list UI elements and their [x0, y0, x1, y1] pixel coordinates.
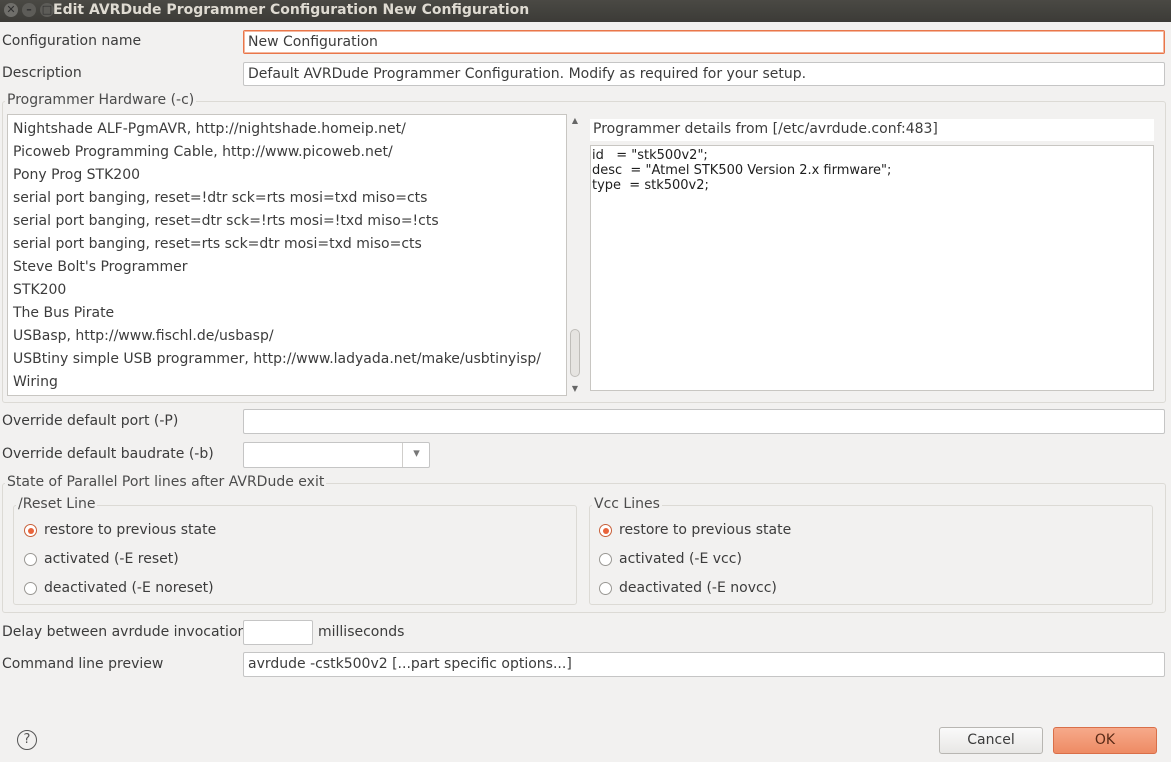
programmer-list-item[interactable]: serial port banging, reset=!dtr sck=rts …	[8, 187, 566, 210]
programmer-list[interactable]: Nightshade ALF-PgmAVR, http://nightshade…	[7, 114, 567, 396]
programmer-list-item[interactable]: Steve Bolt's Programmer	[8, 256, 566, 279]
radio-label: restore to previous state	[44, 522, 217, 538]
ok-button[interactable]: OK	[1053, 727, 1157, 754]
scrollbar-thumb[interactable]	[570, 329, 580, 377]
delay-label: Delay between avrdude invocations	[2, 624, 254, 640]
radio-label: deactivated (-E noreset)	[44, 580, 214, 596]
radio-label: restore to previous state	[619, 522, 792, 538]
port-label: Override default port (-P)	[2, 413, 179, 429]
programmer-list-scrollbar[interactable]: ▲ ▼	[568, 114, 582, 396]
description-input[interactable]: Default AVRDude Programmer Configuration…	[243, 62, 1165, 86]
radio-button[interactable]	[24, 553, 37, 566]
delay-input[interactable]	[243, 620, 313, 645]
delay-unit-label: milliseconds	[318, 624, 405, 640]
cancel-button[interactable]: Cancel	[939, 727, 1043, 754]
radio-button[interactable]	[24, 582, 37, 595]
programmer-list-item[interactable]: Picoweb Programming Cable, http://www.pi…	[8, 141, 566, 164]
command-preview-label: Command line preview	[2, 656, 164, 672]
programmer-list-item[interactable]: The Bus Pirate	[8, 302, 566, 325]
baudrate-label: Override default baudrate (-b)	[2, 446, 214, 462]
radio-button[interactable]	[599, 524, 612, 537]
maximize-icon[interactable]: □	[40, 3, 54, 17]
programmer-list-item[interactable]: serial port banging, reset=dtr sck=!rts …	[8, 210, 566, 233]
programmer-list-item[interactable]: USBtiny simple USB programmer, http://ww…	[8, 348, 566, 371]
vcc-lines-legend: Vcc Lines	[592, 496, 662, 512]
baudrate-combo[interactable]: ▾	[243, 442, 430, 468]
window-title: Edit AVRDude Programmer Configuration Ne…	[53, 2, 530, 18]
programmer-hardware-legend: Programmer Hardware (-c)	[5, 92, 197, 108]
parallel-port-legend: State of Parallel Port lines after AVRDu…	[5, 474, 327, 490]
radio-label: activated (-E vcc)	[619, 551, 742, 567]
programmer-details-label: Programmer details from [/etc/avrdude.co…	[593, 121, 938, 137]
reset-line-legend: /Reset Line	[16, 496, 98, 512]
programmer-details-content: id = "stk500v2"; desc = "Atmel STK500 Ve…	[592, 148, 892, 193]
help-icon[interactable]: ?	[17, 730, 37, 750]
description-label: Description	[2, 65, 82, 81]
config-name-label: Configuration name	[2, 33, 142, 49]
radio-label: deactivated (-E novcc)	[619, 580, 777, 596]
programmer-list-item[interactable]: Nightshade ALF-PgmAVR, http://nightshade…	[8, 118, 566, 141]
programmer-list-item[interactable]: STK200	[8, 279, 566, 302]
radio-button[interactable]	[599, 582, 612, 595]
title-bar: ✕ – □ Edit AVRDude Programmer Configurat…	[0, 0, 1171, 22]
programmer-list-item[interactable]: serial port banging, reset=rts sck=dtr m…	[8, 233, 566, 256]
radio-label: activated (-E reset)	[44, 551, 179, 567]
scroll-down-icon[interactable]: ▼	[569, 384, 581, 393]
programmer-list-item[interactable]: USBasp, http://www.fischl.de/usbasp/	[8, 325, 566, 348]
programmer-details-header: Programmer details from [/etc/avrdude.co…	[590, 119, 1154, 141]
port-input[interactable]	[243, 409, 1165, 434]
programmer-list-item[interactable]: Pony Prog STK200	[8, 164, 566, 187]
radio-button[interactable]	[599, 553, 612, 566]
minimize-icon[interactable]: –	[22, 3, 36, 17]
close-icon[interactable]: ✕	[4, 3, 18, 17]
command-preview-field: avrdude -cstk500v2 [...part specific opt…	[243, 652, 1165, 677]
chevron-down-icon[interactable]: ▾	[402, 443, 429, 467]
radio-button[interactable]	[24, 524, 37, 537]
scroll-up-icon[interactable]: ▲	[569, 116, 581, 125]
programmer-list-item[interactable]: Wiring	[8, 371, 566, 394]
programmer-details-text[interactable]: id = "stk500v2"; desc = "Atmel STK500 Ve…	[590, 145, 1154, 391]
config-name-input[interactable]: New Configuration	[243, 30, 1165, 54]
